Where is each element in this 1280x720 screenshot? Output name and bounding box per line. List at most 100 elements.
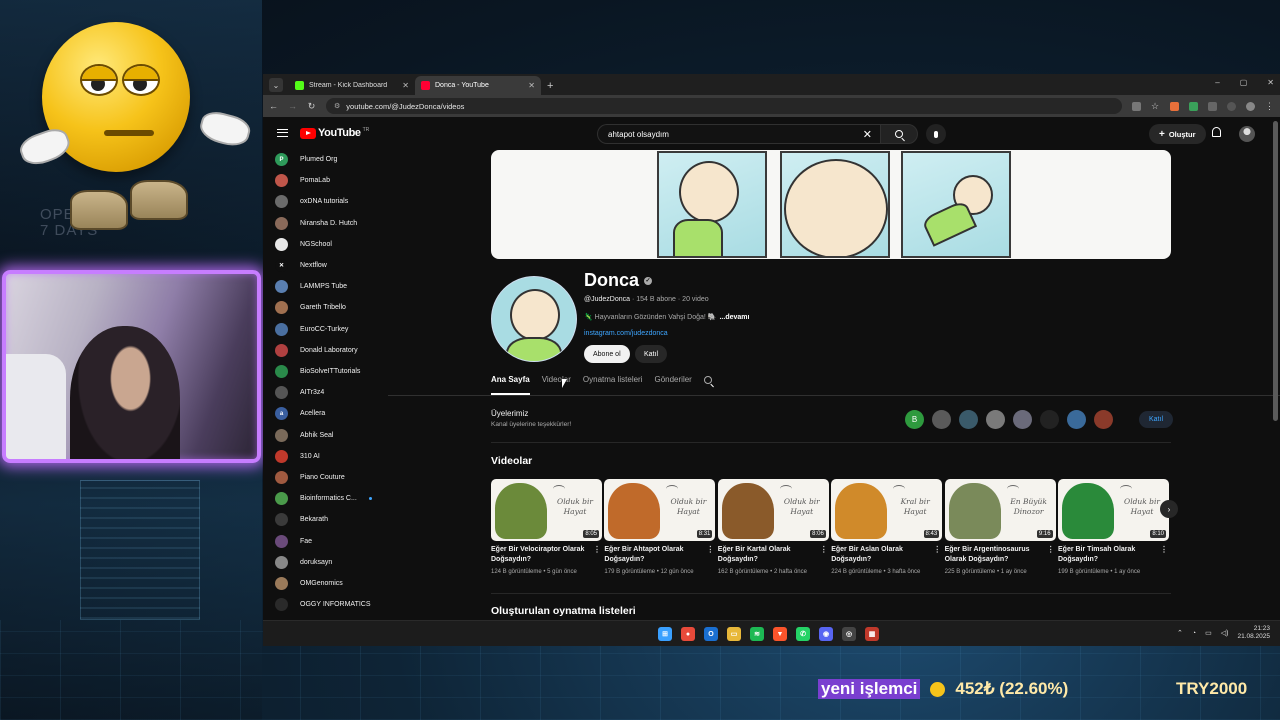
tab-search-button[interactable]: ⌄ — [269, 78, 283, 92]
menu-hamburger-icon[interactable] — [277, 129, 288, 137]
more-menu-icon[interactable]: ⋮ — [1265, 101, 1274, 111]
video-title[interactable]: Eğer Bir Ahtapot Olarak Doğsaydın? ⋮ — [604, 545, 715, 565]
browser-tab-youtube[interactable]: Donca - YouTube ✕ — [415, 76, 541, 95]
sidebar-channel-item[interactable]: a Acellera — [275, 407, 325, 421]
video-thumbnail[interactable]: Kral bir Hayat 8:43 — [831, 479, 943, 541]
site-info-icon[interactable]: ⚙ — [334, 102, 340, 110]
close-tab-icon[interactable]: ✕ — [402, 81, 409, 90]
tray-chevron-icon[interactable]: ⌃ — [1177, 629, 1183, 637]
volume-icon[interactable]: ◁) — [1221, 629, 1229, 637]
sidebar-channel-item[interactable]: AITr3z4 — [275, 386, 324, 400]
sidebar-channel-item[interactable]: PomaLab — [275, 174, 330, 188]
video-more-icon[interactable]: ⋮ — [1160, 545, 1168, 555]
maximize-button[interactable]: ▢ — [1240, 78, 1248, 87]
profile-avatar-icon[interactable] — [1246, 101, 1255, 111]
sidebar-channel-item[interactable]: Gareth Tribello — [275, 301, 346, 315]
close-window-button[interactable]: ✕ — [1267, 78, 1274, 87]
extension-icon[interactable] — [1189, 101, 1198, 111]
calendar-icon[interactable]: ▦ — [865, 627, 879, 641]
video-more-icon[interactable]: ⋮ — [933, 545, 941, 555]
profile-switch-icon[interactable] — [1227, 101, 1236, 111]
video-more-icon[interactable]: ⋮ — [1047, 545, 1055, 555]
outlook-icon[interactable]: O — [704, 627, 718, 641]
spotify-icon[interactable]: ≋ — [750, 627, 764, 641]
channel-avatar[interactable] — [491, 276, 577, 362]
back-arrow-icon[interactable]: ← — [269, 101, 278, 111]
sidebar-channel-item[interactable]: Donald Laboratory — [275, 343, 358, 357]
video-title[interactable]: Eğer Bir Argentinosaurus Olarak Doğsaydı… — [945, 545, 1056, 565]
search-input[interactable]: ahtapot olsaydım ✕ — [597, 124, 880, 144]
bookmark-star-icon[interactable]: ☆ — [1151, 101, 1160, 111]
video-card[interactable]: En Büyük Dinozor 9:16 Eğer Bir Argentinosa… — [944, 479, 1056, 575]
member-avatar[interactable] — [1013, 410, 1032, 429]
file-explorer-icon[interactable]: ▭ — [727, 627, 741, 641]
channel-external-link[interactable]: instagram.com/judezdonca — [584, 330, 668, 337]
sidebar-channel-item[interactable]: LAMMPS Tube — [275, 280, 347, 294]
video-more-icon[interactable]: ⋮ — [706, 545, 714, 555]
subscribe-button[interactable]: Abone ol — [584, 345, 630, 363]
sidebar-channel-item[interactable]: oxDNA tutorials — [275, 195, 348, 209]
sidebar-channel-item[interactable]: NGSchool — [275, 237, 332, 251]
obs-icon[interactable]: ◎ — [842, 627, 856, 641]
video-thumbnail[interactable]: Olduk bir Hayat 8:31 — [604, 479, 716, 541]
member-avatar[interactable] — [986, 410, 1005, 429]
address-bar[interactable]: ⚙ youtube.com/@JudezDonca/videos — [326, 98, 1122, 114]
members-join-button[interactable]: Katıl — [1139, 411, 1174, 428]
channel-description[interactable]: 🦎 Hayvanların Gözünden Vahşi Doğa! 🐘 ...d… — [584, 313, 749, 321]
videos-section-title[interactable]: Videolar — [491, 455, 532, 467]
page-scrollbar[interactable] — [1273, 121, 1278, 421]
windows-start-icon[interactable]: ⊞ — [658, 627, 672, 641]
video-card[interactable]: Olduk bir Hayat 8:05 Eğer Bir Velociraptor… — [491, 479, 602, 575]
cast-icon[interactable] — [1132, 101, 1141, 111]
whatsapp-icon[interactable]: ✆ — [796, 627, 810, 641]
extension-icon[interactable] — [1170, 101, 1179, 111]
account-avatar[interactable] — [1239, 126, 1255, 142]
video-thumbnail[interactable]: Olduk bir Hayat 8:10 — [1058, 479, 1169, 541]
channel-tab[interactable]: Gönderiler — [654, 375, 691, 395]
sidebar-channel-item[interactable]: OGGY INFORMATICS — [275, 598, 371, 612]
video-thumbnail[interactable]: En Büyük Dinozor 9:16 — [944, 479, 1056, 541]
description-more-link[interactable]: ...devamı — [719, 314, 749, 321]
join-button[interactable]: Katıl — [635, 345, 668, 363]
sidebar-channel-item[interactable]: Bioinformatics C... — [275, 492, 372, 506]
member-avatar[interactable] — [1040, 410, 1059, 429]
browser-tab-kick[interactable]: Stream - Kick Dashboard ✕ — [289, 76, 415, 95]
reload-icon[interactable]: ↻ — [307, 101, 316, 112]
video-more-icon[interactable]: ⋮ — [593, 545, 601, 555]
member-avatar[interactable]: B — [905, 410, 924, 429]
minimize-button[interactable]: – — [1215, 78, 1219, 87]
sidebar-channel-item[interactable]: BioSolveITTutorials — [275, 365, 360, 378]
clear-search-icon[interactable]: ✕ — [863, 128, 872, 141]
video-card[interactable]: Olduk bir Hayat 8:31 Eğer Bir Ahtapot Olar… — [604, 479, 716, 575]
video-title[interactable]: Eğer Bir Aslan Olarak Doğsaydın? ⋮ — [831, 545, 942, 565]
video-card[interactable]: Kral bir Hayat 8:43 Eğer Bir Aslan Olarak … — [831, 479, 943, 575]
sidebar-channel-item[interactable]: doruksayn — [275, 555, 332, 569]
playlists-section-title[interactable]: Oluşturulan oynatma listeleri — [491, 605, 636, 617]
sidebar-channel-item[interactable]: Niransha D. Hutch — [275, 216, 357, 230]
discord-icon[interactable]: ◉ — [819, 627, 833, 641]
video-title[interactable]: Eğer Bir Timsah Olarak Doğsaydın? ⋮ — [1058, 545, 1169, 565]
notifications-bell-icon[interactable] — [1212, 127, 1221, 137]
search-button[interactable] — [880, 124, 918, 144]
channel-tab[interactable]: Ana Sayfa — [491, 375, 530, 395]
channel-tab[interactable]: Oynatma listeleri — [583, 375, 643, 395]
video-thumbnail[interactable]: Olduk bir Hayat 8:06 — [717, 479, 829, 541]
sidebar-channel-item[interactable]: EuroCC-Turkey — [275, 322, 348, 336]
video-card[interactable]: Olduk bir Hayat 8:10 Eğer Bir Timsah Olara… — [1058, 479, 1169, 575]
taskbar-clock[interactable]: 21:23 21.08.2025 — [1237, 625, 1270, 641]
sidebar-channel-item[interactable]: OMGenomics — [275, 577, 343, 590]
close-tab-icon[interactable]: ✕ — [528, 81, 535, 90]
new-tab-button[interactable]: + — [547, 80, 553, 92]
sidebar-channel-item[interactable]: 310 AI — [275, 449, 320, 463]
voice-search-button[interactable] — [926, 124, 946, 144]
member-avatar[interactable] — [959, 410, 978, 429]
brave-icon[interactable]: ▼ — [773, 627, 787, 641]
wifi-icon[interactable]: ◔ — [1192, 630, 1196, 637]
member-avatar[interactable] — [1094, 410, 1113, 429]
member-avatar[interactable] — [932, 410, 951, 429]
chrome-icon[interactable]: ● — [681, 627, 695, 641]
youtube-logo[interactable]: YouTube TR — [300, 127, 369, 139]
sidebar-channel-item[interactable]: P Plumed Org — [275, 153, 337, 166]
video-card[interactable]: Olduk bir Hayat 8:06 Eğer Bir Kartal Olara… — [717, 479, 829, 575]
shelf-next-chevron-icon[interactable]: › — [1160, 500, 1178, 518]
